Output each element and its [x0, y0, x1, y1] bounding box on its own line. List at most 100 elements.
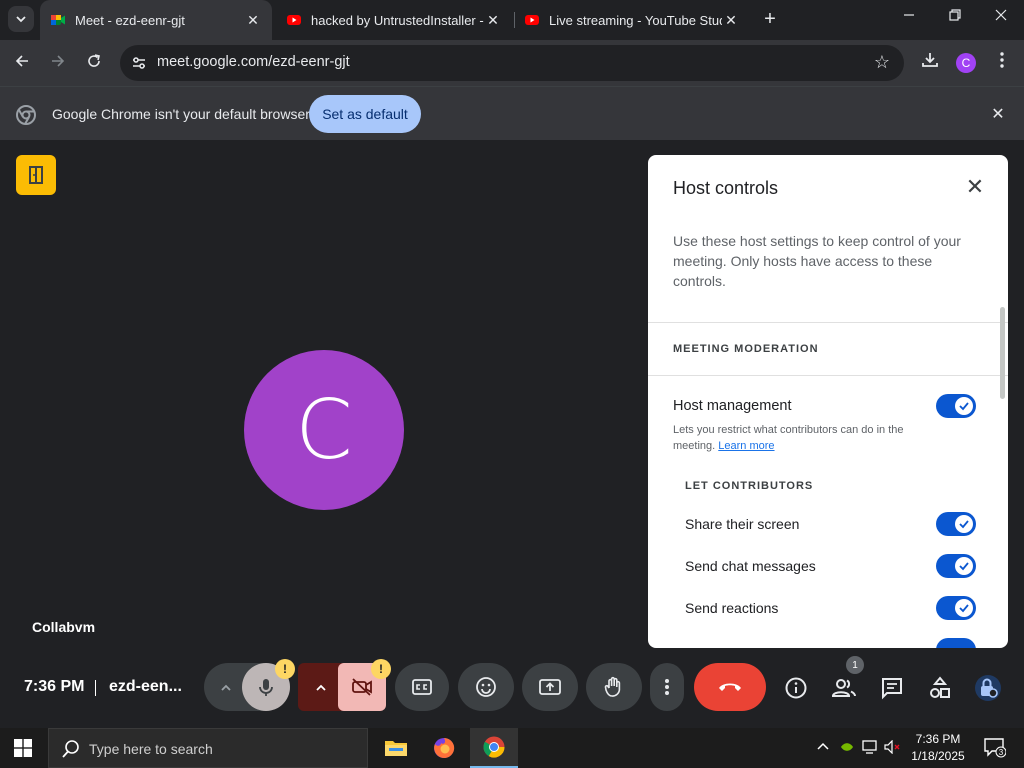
network-icon — [862, 740, 877, 754]
host-management-description: Lets you restrict what contributors can … — [673, 422, 933, 454]
panel-scrollbar[interactable] — [1000, 307, 1005, 399]
more-options-button[interactable] — [650, 663, 684, 711]
check-icon — [955, 557, 973, 575]
tab-title: Meet - ezd-eenr-gjt — [75, 12, 185, 28]
arrow-left-icon — [15, 55, 28, 67]
section-heading-contributors: LET CONTRIBUTORS — [685, 480, 814, 492]
new-tab-button[interactable]: + — [758, 8, 782, 31]
partial-toggle[interactable] — [936, 638, 976, 648]
folder-icon — [385, 741, 407, 756]
chevron-up-icon — [817, 742, 829, 750]
mic-warning-badge: ! — [275, 659, 295, 679]
chat-button[interactable] — [879, 675, 905, 701]
door-icon — [29, 166, 43, 184]
close-tab-icon[interactable]: ✕ — [484, 12, 502, 29]
chevron-down-icon — [16, 16, 26, 23]
close-window-button[interactable] — [986, 8, 1016, 25]
tab-strip: Meet - ezd-eenr-gjt ✕ hacked by Untruste… — [0, 0, 1024, 40]
network-tray-icon[interactable] — [862, 740, 880, 757]
volume-tray-icon[interactable] — [884, 739, 902, 757]
tab-youtube-studio[interactable]: Live streaming - YouTube Studio ✕ — [514, 0, 750, 40]
set-as-default-button[interactable]: Set as default — [309, 95, 421, 133]
chrome-icon — [16, 105, 36, 125]
chat-messages-label: Send chat messages — [685, 558, 816, 574]
close-tab-icon[interactable]: ✕ — [722, 12, 740, 29]
browser-menu-button[interactable] — [992, 50, 1012, 75]
notification-count: 3 — [999, 748, 1004, 757]
closed-captions-icon — [412, 679, 432, 695]
companion-mode-button[interactable] — [16, 155, 56, 195]
address-bar[interactable]: meet.google.com/ezd-eenr-gjt ☆ — [120, 45, 904, 81]
check-icon — [955, 599, 973, 617]
bookmark-star-icon[interactable]: ☆ — [874, 52, 890, 73]
host-controls-button[interactable] — [975, 675, 1001, 701]
restore-icon — [949, 9, 961, 21]
activities-button[interactable] — [927, 675, 953, 701]
youtube-icon — [287, 15, 301, 25]
chevron-up-icon[interactable] — [213, 675, 239, 701]
share-screen-label: Share their screen — [685, 516, 800, 532]
raise-hand-button[interactable] — [586, 663, 642, 711]
tab-meet[interactable]: Meet - ezd-eenr-gjt ✕ — [40, 0, 272, 40]
site-settings-icon[interactable] — [130, 54, 148, 72]
reactions-toggle[interactable] — [936, 596, 976, 620]
nvidia-tray-icon[interactable] — [840, 740, 854, 757]
back-button[interactable] — [10, 51, 34, 75]
call-end-icon — [719, 683, 741, 691]
file-explorer-app[interactable] — [372, 728, 420, 768]
reload-icon — [88, 54, 100, 67]
tab-youtube-hacked[interactable]: hacked by UntrustedInstaller - Y ✕ — [276, 0, 512, 40]
reload-button[interactable] — [82, 51, 106, 75]
profile-avatar[interactable]: C — [956, 53, 976, 73]
microphone-icon — [259, 679, 273, 696]
leave-call-button[interactable] — [694, 663, 766, 711]
url-text: meet.google.com/ezd-eenr-gjt — [157, 54, 350, 70]
close-tab-icon[interactable]: ✕ — [244, 12, 262, 29]
downloads-button[interactable] — [920, 50, 940, 75]
show-hidden-icons[interactable] — [816, 740, 830, 757]
youtube-icon — [525, 15, 539, 25]
chat-icon — [882, 678, 902, 700]
host-management-toggle[interactable] — [936, 394, 976, 418]
participant-name: Collabvm — [32, 619, 96, 635]
windows-start-icon[interactable] — [14, 739, 32, 757]
host-controls-panel: Host controls ✕ Use these host settings … — [648, 155, 1008, 648]
present-screen-icon — [539, 679, 561, 695]
firefox-app[interactable] — [420, 728, 468, 768]
restore-button[interactable] — [940, 8, 970, 25]
download-icon — [922, 53, 938, 67]
tab-search-button[interactable] — [8, 6, 34, 32]
more-vert-icon — [665, 679, 669, 695]
meeting-code: ezd-een... — [109, 678, 182, 695]
captions-button[interactable] — [395, 663, 449, 711]
close-panel-icon[interactable]: ✕ — [963, 175, 987, 199]
minimize-button[interactable] — [894, 8, 924, 25]
system-clock[interactable]: 7:36 PM 1/18/2025 — [904, 731, 972, 765]
reactions-button[interactable] — [458, 663, 514, 711]
people-button[interactable] — [831, 675, 857, 701]
panel-description: Use these host settings to keep control … — [673, 233, 961, 289]
infobar-close-icon[interactable]: ✕ — [988, 104, 1008, 124]
chevron-up-icon[interactable] — [308, 675, 334, 701]
chrome-app[interactable] — [470, 728, 518, 768]
forward-button[interactable] — [46, 51, 70, 75]
host-lock-icon — [981, 678, 998, 698]
learn-more-link[interactable]: Learn more — [718, 440, 774, 452]
taskbar-search-box[interactable]: Type here to search — [48, 728, 368, 768]
notification-center-button[interactable]: 3 — [984, 738, 1007, 758]
meeting-time: 7:36 PM — [24, 678, 85, 695]
search-placeholder: Type here to search — [89, 741, 213, 757]
activities-icon — [930, 676, 950, 698]
share-screen-toggle[interactable] — [936, 512, 976, 536]
people-icon — [831, 679, 856, 697]
host-management-label: Host management — [673, 398, 792, 414]
camera-off-icon — [352, 678, 372, 696]
windows-taskbar: Type here to search 7:36 PM 1/18/2025 3 — [0, 728, 1024, 768]
meeting-details-button[interactable] — [783, 675, 809, 701]
chat-messages-toggle[interactable] — [936, 554, 976, 578]
divider — [648, 322, 1008, 323]
section-heading-moderation: MEETING MODERATION — [673, 343, 819, 355]
present-button[interactable] — [522, 663, 578, 711]
clock-date: 1/18/2025 — [911, 749, 965, 763]
info-icon — [785, 677, 807, 699]
